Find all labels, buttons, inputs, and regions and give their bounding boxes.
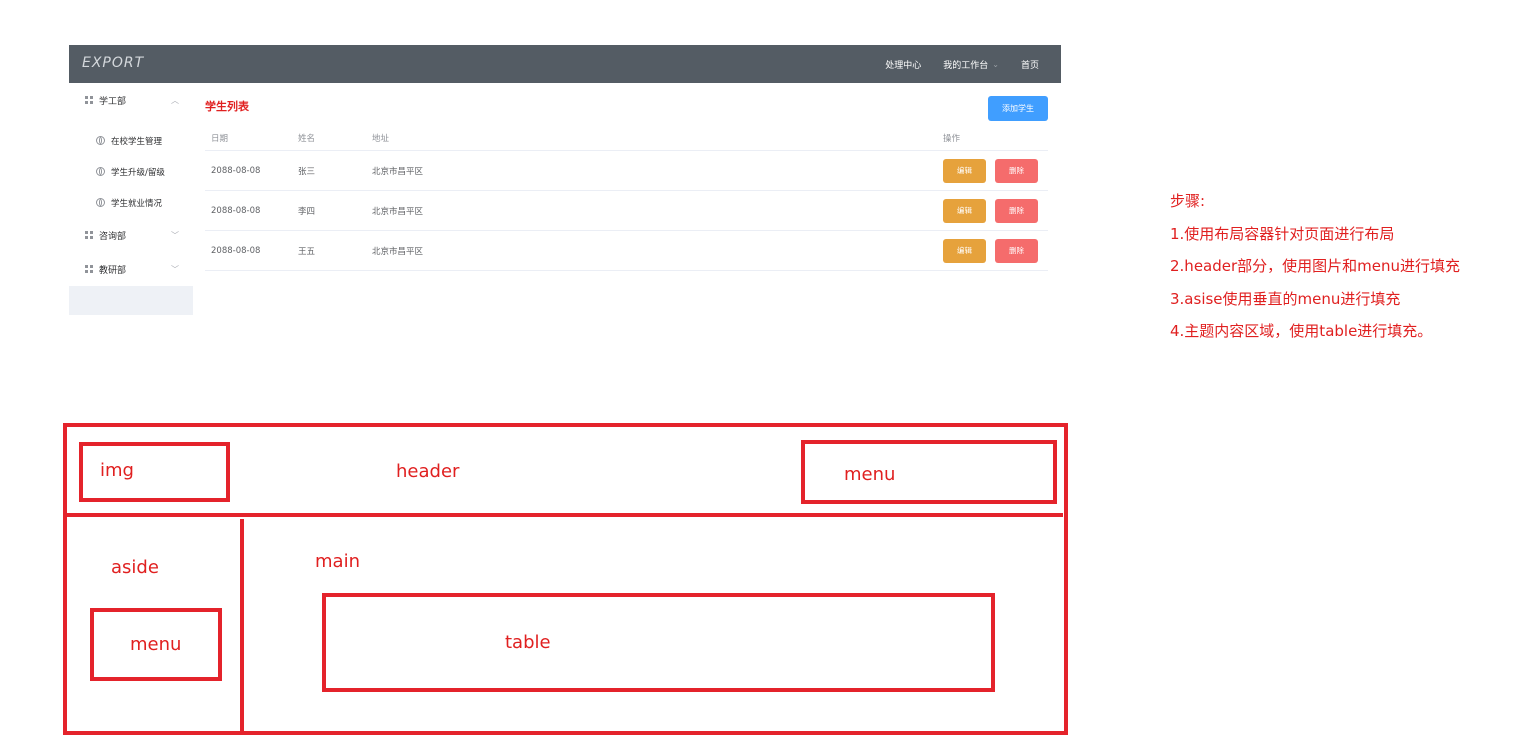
app-header: EXPORT 处理中心 我的工作台 ⌄ 首页: [69, 45, 1061, 83]
steps-list: 步骤: 1.使用布局容器针对页面进行布局 2.header部分，使用图片和men…: [1170, 185, 1460, 348]
cell-name: 李四: [298, 206, 316, 217]
step-item: 2.header部分，使用图片和menu进行填充: [1170, 257, 1461, 275]
globe-icon: [96, 136, 105, 145]
table-row: 2088-08-08 王五 北京市昌平区 编辑 删除: [205, 231, 1048, 271]
column-header-address: 地址: [372, 133, 390, 144]
column-header-name: 姓名: [298, 133, 316, 144]
cell-date: 2088-08-08: [211, 245, 261, 256]
grid-icon: [85, 265, 93, 273]
delete-button[interactable]: 删除: [995, 238, 1038, 263]
menu-item-student-promotion[interactable]: 学生升级/留级: [69, 156, 193, 187]
globe-icon: [96, 167, 105, 176]
aside: 学工部 ︿ 在校学生管理 学生升级/留级 学生就业情况 咨询部 ﹀ 教研部 ﹀: [69, 83, 193, 315]
submenu-student-affairs[interactable]: 学工部 ︿: [69, 83, 193, 117]
steps-title: 步骤:: [1170, 192, 1206, 210]
top-menu: 处理中心 我的工作台 ⌄ 首页: [863, 45, 1039, 83]
diagram-label-main: main: [315, 551, 360, 572]
diagram-label-aside: aside: [111, 557, 159, 578]
cell-name: 张三: [298, 166, 316, 177]
page-title: 学生列表: [205, 100, 249, 113]
main: 学生列表 添加学生 日期 姓名 地址 操作 2088-08-08 张三 北京市昌…: [193, 83, 1061, 315]
grid-icon: [85, 231, 93, 239]
column-header-actions: 操作: [943, 133, 961, 144]
add-student-button[interactable]: 添加学生: [988, 96, 1048, 121]
step-item: 1.使用布局容器针对页面进行布局: [1170, 224, 1395, 243]
chevron-down-icon: ﹀: [171, 230, 179, 240]
cell-name: 王五: [298, 246, 316, 257]
chevron-up-icon: ︿: [171, 95, 179, 105]
delete-button[interactable]: 删除: [995, 198, 1038, 223]
diagram-table-box: [322, 593, 995, 692]
aside-menu: 学工部 ︿ 在校学生管理 学生升级/留级 学生就业情况 咨询部 ﹀ 教研部 ﹀: [69, 83, 193, 286]
logo[interactable]: EXPORT: [82, 55, 144, 71]
grid-icon: [85, 96, 93, 104]
chevron-down-icon: ﹀: [171, 264, 179, 274]
diagram-label-header: header: [396, 461, 460, 482]
diagram-label-aside-menu: menu: [130, 634, 182, 655]
cell-actions: 编辑 删除: [943, 231, 1047, 270]
submenu-consulting[interactable]: 咨询部 ﹀: [69, 218, 193, 252]
cell-address: 北京市昌平区: [372, 206, 424, 217]
cell-actions: 编辑 删除: [943, 191, 1047, 230]
top-menu-item-workbench[interactable]: 我的工作台 ⌄: [943, 58, 999, 71]
diagram-label-img: img: [100, 460, 134, 481]
table-header-row: 日期 姓名 地址 操作: [205, 125, 1048, 151]
diagram-aside-menu-box: [90, 608, 222, 681]
menu-item-student-employment[interactable]: 学生就业情况: [69, 187, 193, 218]
top-menu-item-home[interactable]: 首页: [1021, 58, 1039, 71]
cell-actions: 编辑 删除: [943, 151, 1047, 190]
cell-date: 2088-08-08: [211, 165, 261, 176]
student-table: 日期 姓名 地址 操作 2088-08-08 张三 北京市昌平区 编辑 删除 2…: [205, 125, 1048, 271]
diagram-img-box: [79, 442, 230, 502]
step-item: 4.主题内容区域，使用table进行填充。: [1170, 322, 1433, 340]
globe-icon: [96, 198, 105, 207]
edit-button[interactable]: 编辑: [943, 158, 986, 183]
diagram-label-table: table: [505, 632, 551, 653]
edit-button[interactable]: 编辑: [943, 198, 986, 223]
cell-address: 北京市昌平区: [372, 166, 424, 177]
top-menu-item-processing-center[interactable]: 处理中心: [885, 58, 921, 71]
step-item: 3.asise使用垂直的menu进行填充: [1170, 289, 1401, 308]
cell-date: 2088-08-08: [211, 205, 261, 216]
submenu-teaching-research[interactable]: 教研部 ﹀: [69, 252, 193, 286]
cell-address: 北京市昌平区: [372, 246, 424, 257]
table-row: 2088-08-08 李四 北京市昌平区 编辑 删除: [205, 191, 1048, 231]
diagram-header-divider: [63, 513, 1063, 517]
diagram-header-menu-box: [801, 440, 1057, 504]
chevron-down-icon: ⌄: [992, 59, 999, 69]
app-screenshot: EXPORT 处理中心 我的工作台 ⌄ 首页 学工部 ︿ 在校学生管理 学生升级/…: [69, 45, 1061, 315]
diagram-aside-divider: [240, 519, 244, 733]
diagram-outer-box: [63, 423, 1068, 735]
column-header-date: 日期: [211, 133, 229, 144]
diagram-label-header-menu: menu: [844, 464, 896, 485]
menu-item-student-management[interactable]: 在校学生管理: [69, 125, 193, 156]
delete-button[interactable]: 删除: [995, 158, 1038, 183]
table-row: 2088-08-08 张三 北京市昌平区 编辑 删除: [205, 151, 1048, 191]
edit-button[interactable]: 编辑: [943, 238, 986, 263]
